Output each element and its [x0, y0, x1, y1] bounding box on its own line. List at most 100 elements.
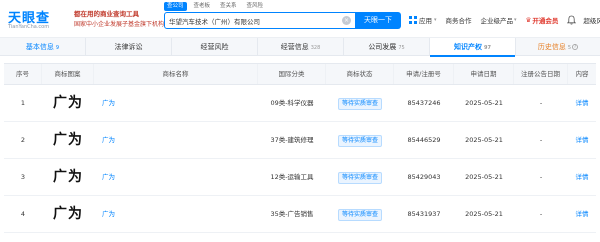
detail-link[interactable]: 详情 — [568, 196, 596, 233]
table-row: 3 广为 广为 12类-运输工具 等待实质审查 85429043 2025-05… — [4, 159, 596, 196]
search-tab-boss[interactable]: 查老板 — [191, 2, 214, 11]
help-icon: ? — [572, 44, 579, 50]
apps-label: 应用 — [419, 17, 432, 25]
detail-link[interactable]: 详情 — [568, 85, 596, 122]
tab-label: 公司发展 — [368, 43, 397, 51]
row-date: 2025-05-21 — [465, 209, 503, 218]
tab-operation-info[interactable]: 经营信息 328 — [258, 38, 344, 56]
row-pub-date: - — [539, 135, 543, 144]
row-seq: 3 — [20, 172, 26, 181]
enterprise-menu[interactable]: 企业级产品 ▾ — [481, 15, 517, 25]
row-class: 09类-科学仪器 — [270, 98, 314, 107]
tab-history-info[interactable]: 历史信息 5? — [516, 38, 600, 56]
tab-label: 经营风险 — [200, 43, 229, 51]
status-badge: 等待实质审查 — [337, 208, 382, 221]
tab-count: 75 — [398, 45, 405, 51]
row-class: 35类-广告销售 — [270, 209, 314, 218]
row-reg-no: 85429043 — [407, 172, 441, 181]
tab-basic-info[interactable]: 基本信息 9 — [0, 38, 86, 56]
header-content: 内容 — [575, 70, 589, 78]
status-badge: 等待实质审查 — [337, 171, 382, 184]
company-section-tabs: 基本信息 9 法律诉讼 经营风险 经营信息 328 公司发展 75 知识产权 97 历史… — [0, 38, 600, 57]
trademark-name-link[interactable]: 广为 — [94, 85, 258, 122]
header-class: 国际分类 — [258, 64, 326, 84]
row-date: 2025-05-21 — [465, 98, 503, 107]
tab-intellectual-property[interactable]: 知识产权 97 — [430, 38, 516, 57]
chevron-down-icon: ▾ — [514, 17, 517, 23]
business-link[interactable]: 商务合作 — [446, 15, 472, 25]
chevron-down-icon: ▾ — [434, 17, 437, 23]
tianyancha-logo[interactable]: 天眼查 TianYanCha.com — [8, 7, 70, 31]
trademark-image-text: 广为 — [53, 168, 83, 185]
enterprise-label: 企业级产品 — [480, 17, 514, 25]
trademark-name-link[interactable]: 广为 — [94, 122, 258, 159]
crown-icon: ♛ — [525, 16, 532, 24]
row-pub-date: - — [539, 209, 543, 218]
trademark-image-text: 广为 — [53, 131, 83, 148]
trademark-image[interactable]: 广为 — [42, 85, 94, 122]
top-nav: 应用 ▾ 商务合作 企业级产品 ▾ ♛ 开通会员 超级风... — [409, 14, 600, 26]
search-input[interactable] — [169, 13, 329, 28]
grid-icon — [409, 16, 417, 24]
search-tab-risk[interactable]: 查风险 — [244, 2, 267, 11]
status-badge: 等待实质审查 — [337, 97, 382, 110]
row-date: 2025-05-21 — [465, 172, 503, 181]
tab-count: 5 — [567, 45, 572, 51]
row-pub-date: - — [539, 98, 543, 107]
row-date: 2025-05-21 — [465, 135, 503, 144]
detail-link[interactable]: 详情 — [568, 122, 596, 159]
trademark-image[interactable]: 广为 — [42, 159, 94, 196]
row-seq: 1 — [20, 98, 26, 107]
row-seq: 4 — [20, 209, 26, 218]
trademark-image-text: 广为 — [53, 205, 83, 222]
user-name: 超级风... — [583, 17, 600, 25]
trademark-name-link[interactable]: 广为 — [94, 196, 258, 233]
search-tab-relation[interactable]: 查关系 — [217, 2, 240, 11]
row-seq: 2 — [20, 135, 26, 144]
row-pub-date: - — [539, 172, 543, 181]
row-class: 12类-运输工具 — [270, 172, 314, 181]
tab-label: 经营信息 — [280, 43, 309, 51]
table-row: 4 广为 广为 35类-广告销售 等待实质审查 85431937 2025-05… — [4, 196, 596, 233]
bell-icon[interactable] — [567, 15, 577, 25]
search-type-tabs: 查公司 查老板 查关系 查风险 — [164, 2, 266, 11]
row-reg-no: 85437246 — [407, 98, 441, 107]
tab-company-development[interactable]: 公司发展 75 — [344, 38, 430, 56]
row-reg-no: 85446529 — [407, 135, 441, 144]
row-class: 37类-建筑修理 — [270, 135, 314, 144]
row-status-cell: 等待实质审查 — [326, 159, 394, 196]
detail-link[interactable]: 详情 — [568, 159, 596, 196]
search-tab-company[interactable]: 查公司 — [164, 2, 187, 11]
tab-count: 9 — [55, 45, 60, 51]
slogan: 都在用的商业查询工具 国家中小企业发展子基金旗下机构 — [74, 7, 164, 31]
tab-label: 知识产权 — [454, 43, 483, 51]
search-button[interactable]: 天眼一下 — [355, 12, 401, 29]
trademark-image[interactable]: 广为 — [42, 122, 94, 159]
clear-icon[interactable]: × — [342, 16, 351, 25]
tab-count: 328 — [310, 45, 321, 51]
header-image: 商标图案 — [42, 64, 94, 84]
top-header: 天眼查 TianYanCha.com 都在用的商业查询工具 国家中小企业发展子基… — [0, 0, 600, 38]
search-box: × — [164, 12, 356, 29]
row-status-cell: 等待实质审查 — [326, 122, 394, 159]
apps-menu[interactable]: 应用 ▾ — [409, 15, 437, 25]
slogan-line-1: 都在用的商业查询工具 — [74, 10, 139, 18]
tab-label: 历史信息 — [537, 43, 566, 51]
user-menu[interactable]: 超级风... — [583, 15, 600, 25]
trademark-image[interactable]: 广为 — [42, 196, 94, 233]
tab-litigation[interactable]: 法律诉讼 — [86, 38, 172, 56]
trademark-name-link[interactable]: 广为 — [94, 159, 258, 196]
table-header: 序号 商标图案 商标名称 国际分类 商标状态 申请/注册号 申请日期 注册公告日… — [4, 63, 596, 85]
trademark-image-text: 广为 — [53, 94, 83, 111]
table-row: 2 广为 广为 37类-建筑修理 等待实质审查 85446529 2025-05… — [4, 122, 596, 159]
status-badge: 等待实质审查 — [337, 134, 382, 147]
tab-label: 基本信息 — [25, 43, 54, 51]
table-row: 1 广为 广为 09类-科学仪器 等待实质审查 85437246 2025-05… — [4, 85, 596, 122]
tab-business-risk[interactable]: 经营风险 — [172, 38, 258, 56]
tab-count: 97 — [484, 45, 491, 51]
trademark-table: 序号 商标图案 商标名称 国际分类 商标状态 申请/注册号 申请日期 注册公告日… — [4, 63, 596, 233]
vip-button[interactable]: ♛ 开通会员 — [526, 15, 559, 25]
header-seq: 序号 — [4, 64, 42, 84]
row-status-cell: 等待实质审查 — [326, 196, 394, 233]
header-reg-no: 申请/注册号 — [394, 64, 454, 84]
